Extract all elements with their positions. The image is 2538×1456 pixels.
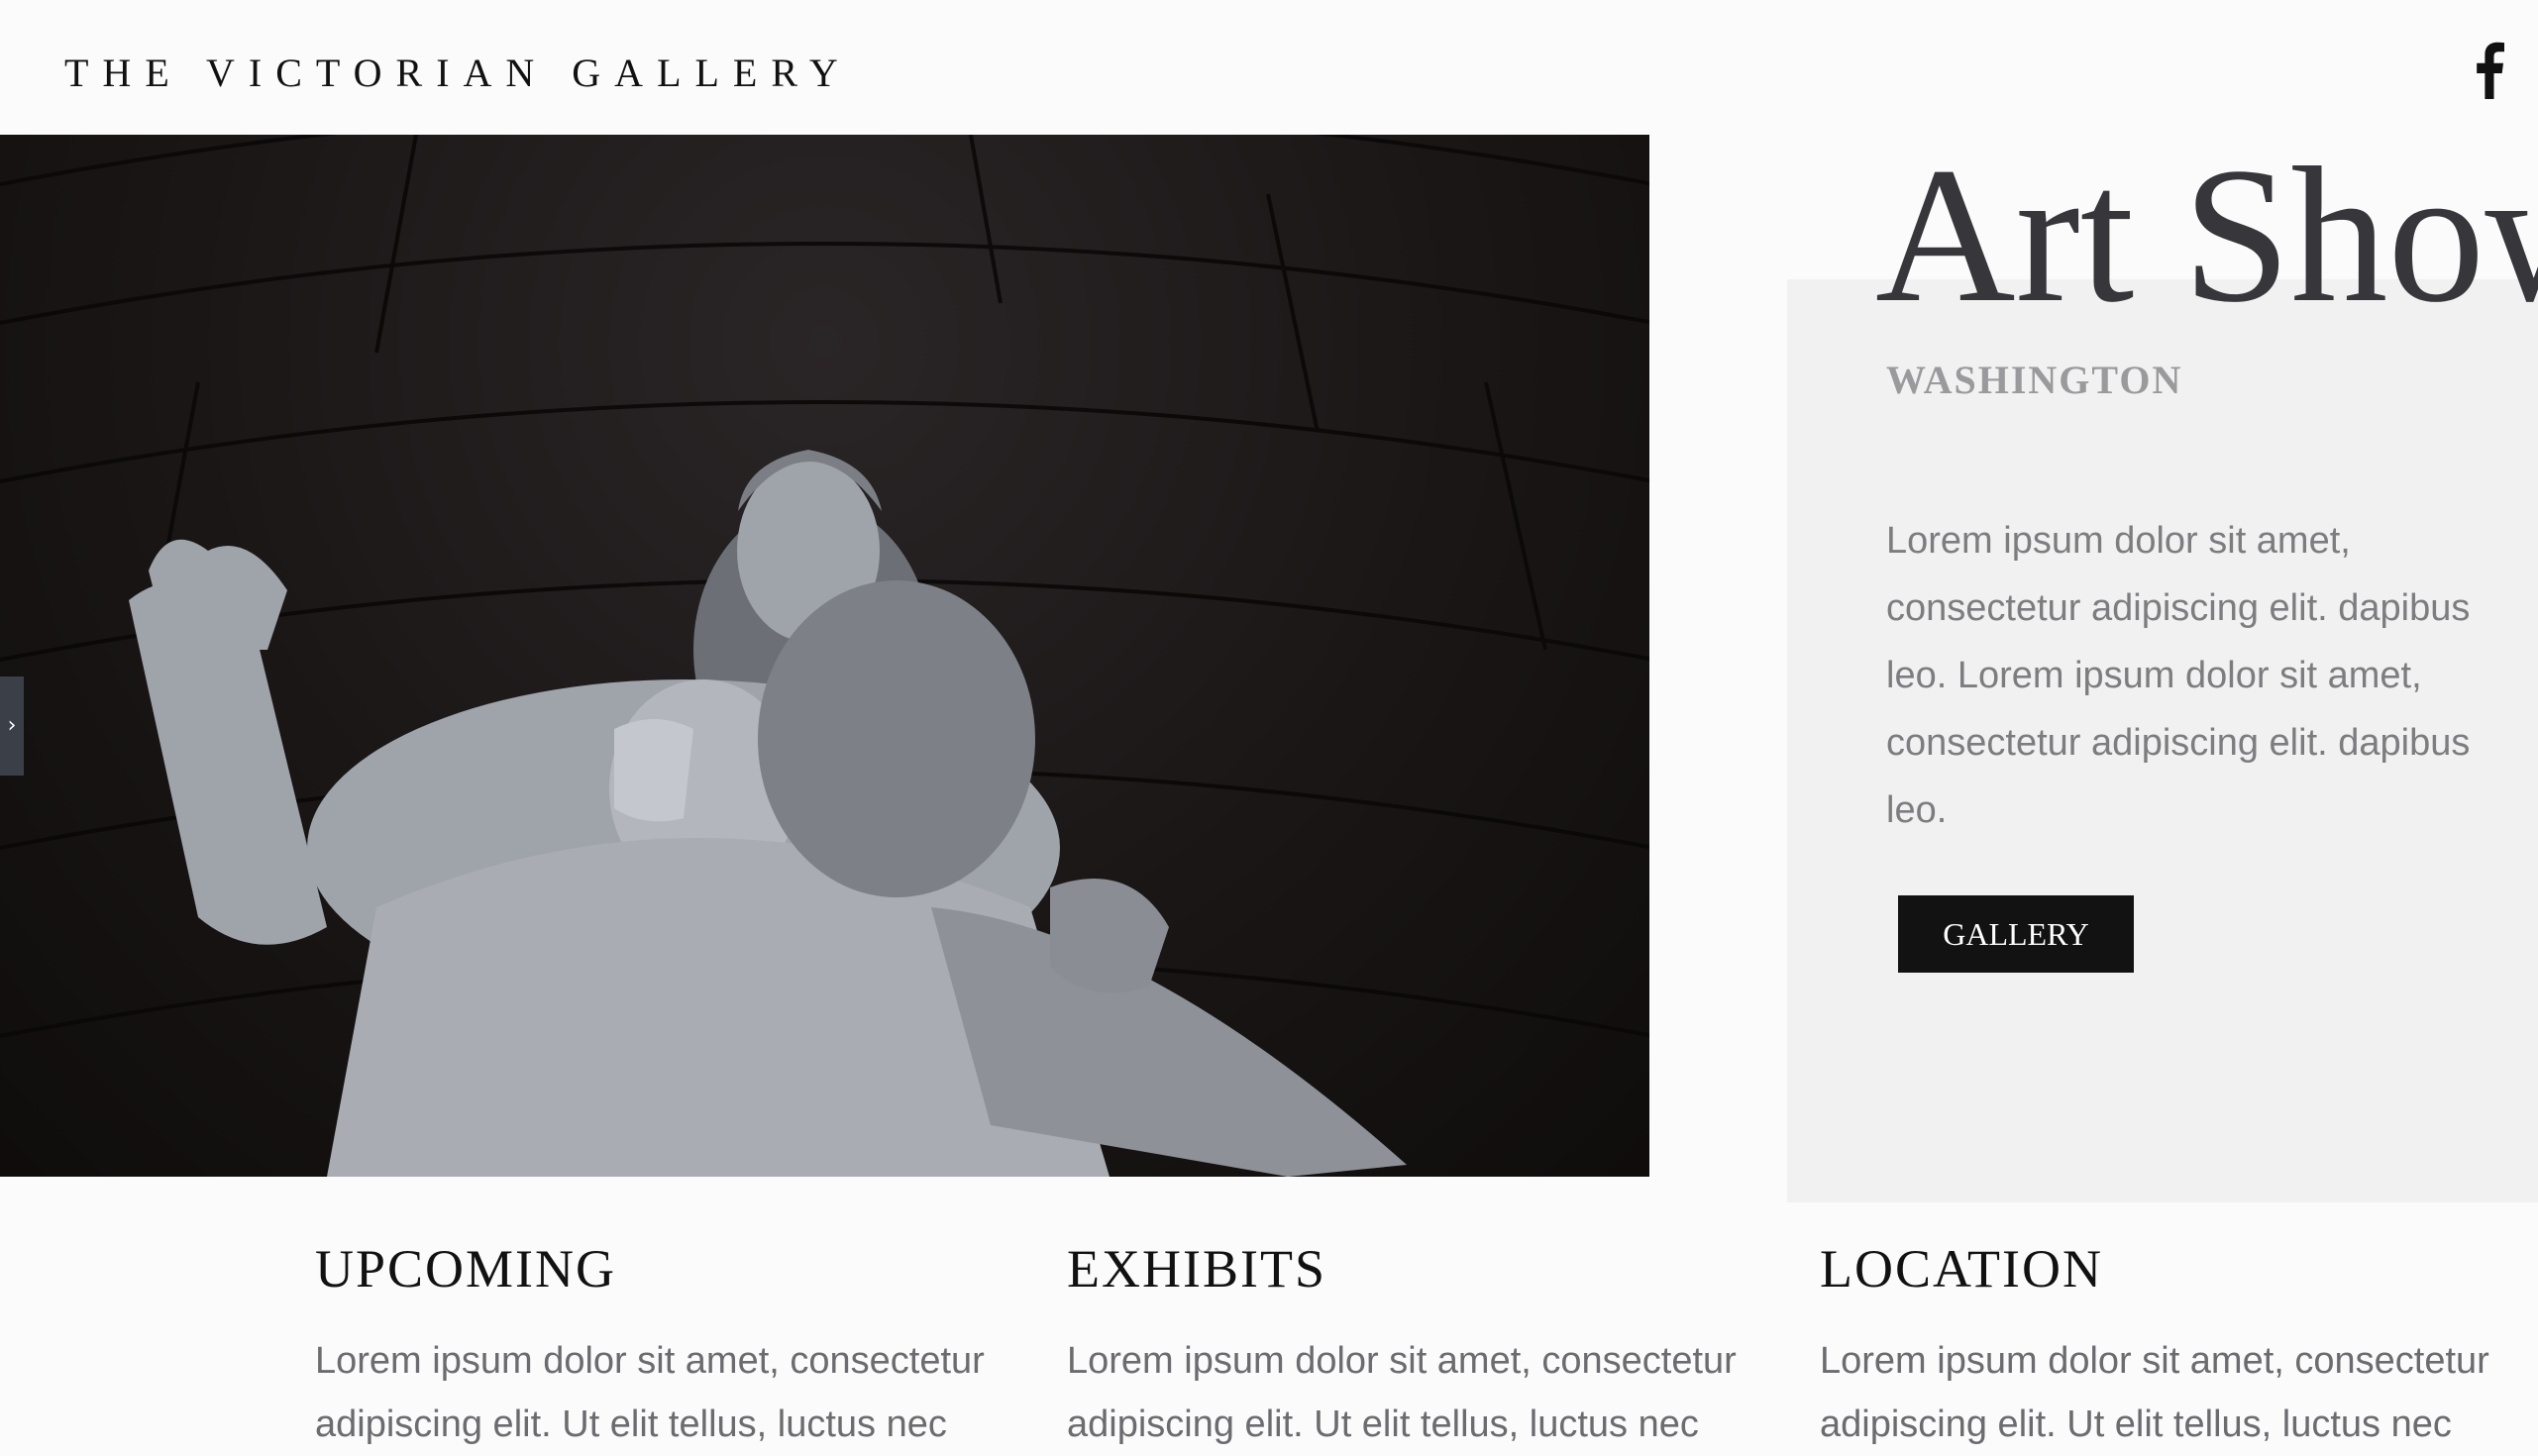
- feature-title: Art Show: [1875, 128, 2538, 343]
- section-heading: LOCATION: [1820, 1239, 2103, 1299]
- facebook-icon[interactable]: [2475, 42, 2504, 99]
- site-title[interactable]: THE VICTORIAN GALLERY: [64, 50, 852, 96]
- site-header: THE VICTORIAN GALLERY: [0, 0, 2538, 135]
- exhibits-section: EXHIBITS Lorem ipsum dolor sit amet, con…: [1067, 1238, 1760, 1456]
- section-heading: UPCOMING: [315, 1239, 617, 1299]
- slider-next-arrow[interactable]: ›: [0, 676, 24, 776]
- location-section: LOCATION Lorem ipsum dolor sit amet, con…: [1820, 1238, 2513, 1456]
- upcoming-section: UPCOMING Lorem ipsum dolor sit amet, con…: [315, 1238, 1008, 1456]
- section-text: Lorem ipsum dolor sit amet, consectetur …: [1067, 1340, 1737, 1445]
- section-text: Lorem ipsum dolor sit amet, consectetur …: [1820, 1340, 2489, 1445]
- gallery-button[interactable]: GALLERY: [1898, 895, 2134, 973]
- hero-statue-image: [0, 135, 1649, 1177]
- feature-city: WASHINGTON: [1886, 358, 2183, 402]
- section-heading: EXHIBITS: [1067, 1239, 1326, 1299]
- feature-description: Lorem ipsum dolor sit amet, consectetur …: [1886, 520, 2471, 831]
- section-text: Lorem ipsum dolor sit amet, consectetur …: [315, 1340, 985, 1445]
